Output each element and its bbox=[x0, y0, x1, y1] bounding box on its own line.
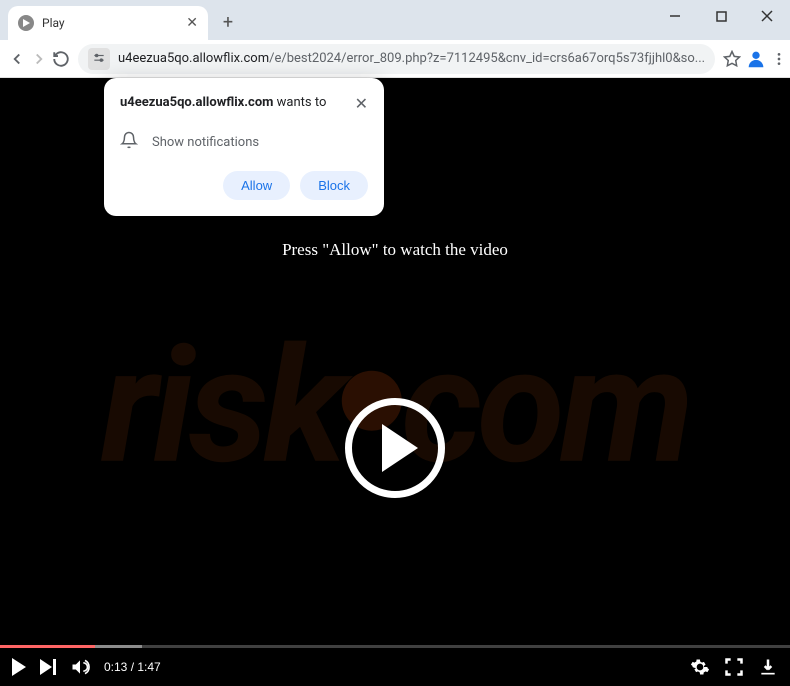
menu-icon[interactable] bbox=[771, 43, 787, 75]
tab-close-icon[interactable]: ✕ bbox=[186, 15, 198, 31]
window-close-button[interactable] bbox=[744, 0, 790, 32]
site-settings-icon[interactable] bbox=[88, 48, 110, 70]
back-button[interactable] bbox=[8, 43, 26, 75]
url-text: u4eezua5qo.allowflix.com/e/best2024/erro… bbox=[118, 51, 705, 66]
profile-icon[interactable] bbox=[745, 43, 767, 75]
video-time: 0:13 / 1:47 bbox=[104, 660, 161, 674]
forward-button[interactable] bbox=[30, 43, 48, 75]
play-pause-button[interactable] bbox=[12, 658, 26, 676]
popup-close-icon[interactable]: ✕ bbox=[355, 94, 368, 113]
video-controls: 0:13 / 1:47 bbox=[0, 648, 790, 686]
window-maximize-button[interactable] bbox=[698, 0, 744, 32]
window-minimize-button[interactable] bbox=[652, 0, 698, 32]
instruction-text: Press "Allow" to watch the video bbox=[0, 240, 790, 260]
bookmark-star-icon[interactable] bbox=[723, 43, 741, 75]
download-icon[interactable] bbox=[758, 657, 778, 677]
bell-icon bbox=[120, 131, 138, 153]
fullscreen-icon[interactable] bbox=[724, 657, 744, 677]
block-button[interactable]: Block bbox=[300, 171, 368, 200]
tab-title: Play bbox=[42, 16, 186, 30]
next-button[interactable] bbox=[40, 659, 56, 675]
volume-icon[interactable] bbox=[70, 657, 90, 677]
popup-title: u4eezua5qo.allowflix.com wants to bbox=[120, 94, 347, 112]
tab-favicon-icon bbox=[18, 15, 34, 31]
settings-icon[interactable] bbox=[690, 657, 710, 677]
allow-button[interactable]: Allow bbox=[223, 171, 290, 200]
new-tab-button[interactable]: + bbox=[214, 8, 242, 36]
window-titlebar: Play ✕ + bbox=[0, 0, 790, 40]
reload-button[interactable] bbox=[52, 43, 70, 75]
browser-tab[interactable]: Play ✕ bbox=[8, 6, 208, 40]
permission-label: Show notifications bbox=[152, 135, 259, 150]
address-bar[interactable]: u4eezua5qo.allowflix.com/e/best2024/erro… bbox=[78, 44, 715, 74]
browser-toolbar: u4eezua5qo.allowflix.com/e/best2024/erro… bbox=[0, 40, 790, 78]
play-button-large[interactable] bbox=[345, 398, 445, 498]
notification-permission-popup: u4eezua5qo.allowflix.com wants to ✕ Show… bbox=[104, 78, 384, 216]
